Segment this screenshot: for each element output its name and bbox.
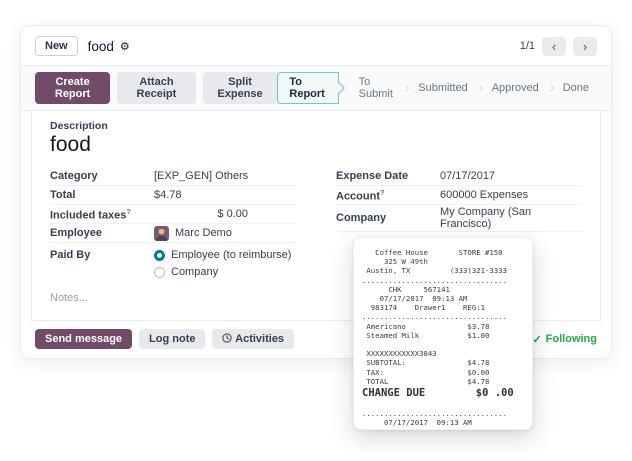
included-taxes-field[interactable]: $ 0.00 [154,208,248,220]
chevron-right-icon [477,85,483,91]
receipt-change-due-line: CHANGE DUE $0 .00 [362,387,524,399]
chevron-right-icon: › [583,40,587,53]
receipt-line: 325 W 49th [362,257,524,266]
total-label: Total [50,189,154,201]
account-label: Account? [336,188,440,203]
left-column: Category [EXP_GEN] Others Total $4.78 In… [50,167,296,304]
receipt-line: ................................. [362,409,524,418]
statusbar-step-done[interactable]: Done [555,79,597,97]
radio-unselected-icon[interactable] [154,267,165,278]
new-button[interactable]: New [35,36,78,56]
receipt-line: Americano $3.78 [362,322,524,331]
account-label-text: Account [336,190,380,202]
receipt-line: SUBTOTAL: $4.78 [362,358,524,367]
following-label: Following [546,333,597,345]
activities-label: Activities [235,333,284,345]
radio-employee-label: Employee (to reimburse) [171,249,291,261]
chevron-right-icon [403,85,409,91]
included-taxes-label: Included taxes? [50,207,154,222]
expense-date-row: Expense Date 07/17/2017 [336,167,582,186]
log-note-button[interactable]: Log note [139,329,205,349]
radio-company[interactable]: Company [154,266,291,278]
action-bar: Create Report Attach Receipt Split Expen… [21,65,611,111]
receipt-line: CHK 567141 [362,285,524,294]
screen: New food ⚙ 1/1 ‹ › Create Report Attach … [0,0,632,461]
receipt-line: XXXXXXXXXXXX3843 [362,349,524,358]
receipt-line: ................................. [362,312,524,321]
attach-receipt-button[interactable]: Attach Receipt [117,72,195,104]
category-field[interactable]: [EXP_GEN] Others [154,170,248,182]
receipt-line [362,400,524,409]
receipt-line: ................................. [362,276,524,285]
expense-date-label: Expense Date [336,170,440,182]
receipt-line: Austin, TX (333)321-3333 [362,266,524,275]
pager: 1/1 ‹ › [520,37,597,56]
company-row: Company My Company (San Francisco) [336,205,582,232]
expense-date-field[interactable]: 07/17/2017 [440,170,495,182]
employee-field[interactable]: Marc Demo [175,227,232,239]
company-field[interactable]: My Company (San Francisco) [440,206,582,230]
category-row: Category [EXP_GEN] Others [50,167,296,186]
create-report-button[interactable]: Create Report [35,72,110,104]
clock-icon [222,333,232,343]
help-icon[interactable]: ? [126,207,131,216]
statusbar-step-approved[interactable]: Approved [484,79,547,97]
avatar [154,226,169,241]
receipt-line: Steamed Milk $1.00 [362,331,524,340]
total-row: Total $4.78 [50,186,296,205]
statusbar-step-to-submit[interactable]: To Submit [351,73,403,103]
receipt-line: 07/17/2017 09:13 AM [362,294,524,303]
statusbar-step-submitted[interactable]: Submitted [410,79,476,97]
receipt-line: TAX: $0.00 [362,368,524,377]
following-button[interactable]: ✓ Following [532,333,597,346]
check-icon: ✓ [532,333,541,346]
description-field[interactable]: food [50,133,582,157]
pager-next-button[interactable]: › [573,37,597,56]
activities-button[interactable]: Activities [212,329,294,349]
category-label: Category [50,170,154,182]
receipt-line [362,340,524,349]
statusbar: To Report To Submit Submitted Approved D… [277,72,597,104]
receipt-line: Coffee House STORE #150 [362,248,524,257]
employee-row: Employee Marc Demo [50,224,296,243]
paid-by-row: Paid By Employee (to reimburse) Company [50,249,296,278]
chevron-right-icon [548,85,554,91]
total-field[interactable]: $4.78 [154,189,182,201]
account-field[interactable]: 600000 Expenses [440,189,528,201]
paid-by-label: Paid By [50,249,154,261]
company-label: Company [336,212,440,224]
included-taxes-label-text: Included taxes [50,209,126,221]
gear-icon[interactable]: ⚙ [120,40,130,53]
radio-employee-to-reimburse[interactable]: Employee (to reimburse) [154,249,291,261]
receipt-line: 983174 Drawer1 REG:1 [362,303,524,312]
chevron-left-icon: ‹ [552,40,556,53]
paid-by-options: Employee (to reimburse) Company [154,249,291,278]
send-message-button[interactable]: Send message [35,329,132,349]
included-taxes-row: Included taxes? $ 0.00 [50,205,296,224]
notes-input[interactable]: Notes... [50,292,296,304]
radio-company-label: Company [171,266,218,278]
split-expense-button[interactable]: Split Expense [203,72,278,104]
receipt-line: 07/17/2017 09:13 AM [362,418,524,427]
employee-label: Employee [50,227,154,239]
radio-selected-icon[interactable] [154,250,165,261]
pager-counter: 1/1 [520,40,535,52]
receipt-line: TOTAL $4.78 [362,377,524,386]
account-row: Account? 600000 Expenses [336,186,582,205]
page-title: food [88,39,114,54]
pager-prev-button[interactable]: ‹ [542,37,566,56]
description-label: Description [50,120,582,132]
breadcrumb: New food ⚙ 1/1 ‹ › [21,26,611,65]
statusbar-step-to-report[interactable]: To Report [277,72,338,104]
receipt-attachment-preview[interactable]: Coffee House STORE #150 325 W 49th Austi… [353,237,533,430]
help-icon[interactable]: ? [380,188,385,197]
